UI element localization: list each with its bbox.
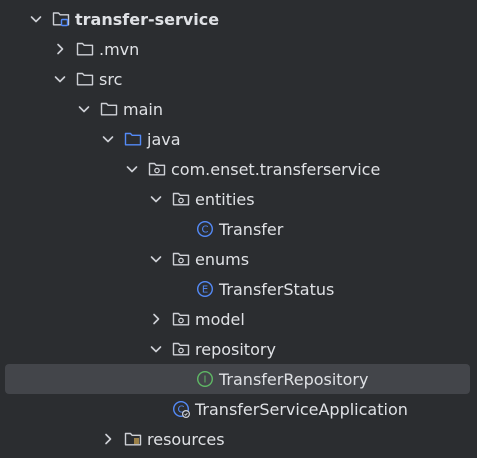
chevron-right-icon[interactable] bbox=[148, 311, 164, 327]
tree-node-label: TransferStatus bbox=[219, 279, 335, 299]
folder-icon bbox=[76, 40, 94, 58]
source-folder-icon bbox=[124, 130, 142, 148]
class-icon: C bbox=[196, 220, 214, 238]
spring-class-icon: C bbox=[172, 400, 190, 418]
chevron-down-icon[interactable] bbox=[100, 131, 116, 147]
tree-node-transfer[interactable]: C Transfer bbox=[0, 214, 477, 244]
chevron-down-icon[interactable] bbox=[148, 341, 164, 357]
tree-node-java[interactable]: java bbox=[0, 124, 477, 154]
enum-icon: E bbox=[196, 280, 214, 298]
resources-folder-icon bbox=[124, 430, 142, 448]
chevron-right-icon[interactable] bbox=[100, 431, 116, 447]
tree-node-model[interactable]: model bbox=[0, 304, 477, 334]
tree-node-transferserviceapplication[interactable]: C TransferServiceApplication bbox=[0, 394, 477, 424]
tree-node-label: transfer-service bbox=[75, 9, 220, 29]
svg-text:C: C bbox=[202, 225, 209, 236]
package-icon bbox=[172, 190, 190, 208]
tree-node-transfer-service[interactable]: transfer-service bbox=[0, 4, 477, 34]
tree-node-label: TransferServiceApplication bbox=[195, 399, 408, 419]
project-tree: transfer-service .mvn src main java com.enset… bbox=[0, 0, 477, 458]
tree-node-src[interactable]: src bbox=[0, 64, 477, 94]
package-icon bbox=[172, 250, 190, 268]
chevron-down-icon[interactable] bbox=[124, 161, 140, 177]
tree-node-mvn[interactable]: .mvn bbox=[0, 34, 477, 64]
tree-node-label: entities bbox=[195, 189, 255, 209]
tree-node-label: Transfer bbox=[219, 219, 284, 239]
tree-node-main[interactable]: main bbox=[0, 94, 477, 124]
tree-node-resources[interactable]: resources bbox=[0, 424, 477, 454]
tree-node-com-enset-transferservice[interactable]: com.enset.transferservice bbox=[0, 154, 477, 184]
chevron-down-icon[interactable] bbox=[148, 251, 164, 267]
tree-node-label: main bbox=[123, 99, 163, 119]
chevron-down-icon[interactable] bbox=[52, 71, 68, 87]
package-icon bbox=[148, 160, 166, 178]
svg-text:E: E bbox=[202, 285, 208, 296]
tree-node-label: TransferRepository bbox=[219, 369, 369, 389]
chevron-right-icon[interactable] bbox=[52, 41, 68, 57]
chevron-down-icon[interactable] bbox=[28, 11, 44, 27]
tree-node-label: .mvn bbox=[99, 39, 140, 59]
tree-node-label: enums bbox=[195, 249, 250, 269]
svg-text:I: I bbox=[204, 375, 207, 386]
tree-node-transferrepository[interactable]: I TransferRepository bbox=[5, 364, 470, 394]
tree-node-label: com.enset.transferservice bbox=[171, 159, 381, 179]
tree-node-repository[interactable]: repository bbox=[0, 334, 477, 364]
folder-icon bbox=[100, 100, 118, 118]
tree-node-label: resources bbox=[147, 429, 225, 449]
tree-node-transferstatus[interactable]: E TransferStatus bbox=[0, 274, 477, 304]
chevron-down-icon[interactable] bbox=[148, 191, 164, 207]
interface-icon: I bbox=[196, 370, 214, 388]
folder-icon bbox=[76, 70, 94, 88]
package-icon bbox=[172, 310, 190, 328]
project-folder-icon bbox=[52, 10, 70, 28]
tree-node-label: java bbox=[147, 129, 181, 149]
tree-node-label: model bbox=[195, 309, 245, 329]
package-icon bbox=[172, 340, 190, 358]
tree-node-enums[interactable]: enums bbox=[0, 244, 477, 274]
tree-node-label: repository bbox=[195, 339, 276, 359]
tree-node-label: src bbox=[99, 69, 123, 89]
chevron-down-icon[interactable] bbox=[76, 101, 92, 117]
tree-node-entities[interactable]: entities bbox=[0, 184, 477, 214]
